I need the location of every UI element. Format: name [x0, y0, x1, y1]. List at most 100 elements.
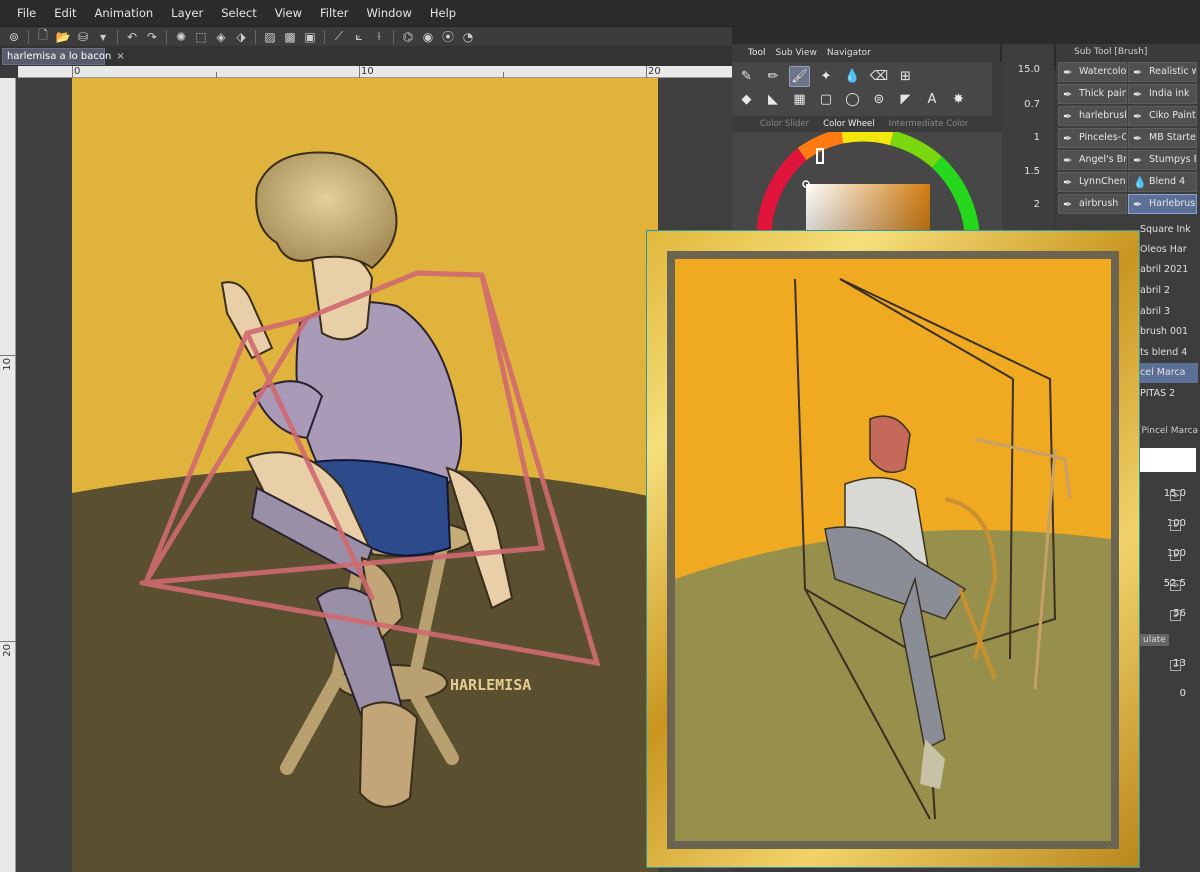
- dynamics-icon[interactable]: ⌀: [1170, 490, 1181, 501]
- calculate-button[interactable]: ulate: [1140, 634, 1169, 646]
- brush-item[interactable]: ✒ MB Starter: [1128, 128, 1197, 148]
- redo-icon[interactable]: ↷: [144, 29, 160, 45]
- tool-property-panel: [Pincel Marca 15.0 ⌀ 100 ⌀ 100 ⌀ 52.5 ⌀ …: [1136, 402, 1200, 872]
- brush-size-value[interactable]: 1.5: [1024, 166, 1040, 177]
- brush-item[interactable]: ✒harlebrushe: [1058, 106, 1127, 126]
- artwork-canvas[interactable]: HARLEMISA: [72, 78, 658, 872]
- brush-item[interactable]: ✒Angel's Bru: [1058, 150, 1127, 170]
- dynamics-icon[interactable]: ⌀: [1170, 520, 1181, 531]
- brush-size-value[interactable]: 15.0: [1018, 64, 1040, 75]
- artist-signature: HARLEMISA: [450, 676, 531, 694]
- tab-tool[interactable]: Tool: [748, 48, 765, 58]
- brush-item[interactable]: ✒Pinceles-Or: [1058, 128, 1127, 148]
- effect-tool-icon[interactable]: ✸: [948, 89, 969, 110]
- brush-icon: ✒: [1133, 88, 1143, 101]
- brush-item-selected[interactable]: ✒ Harlebrush: [1128, 194, 1197, 214]
- brush-item[interactable]: ✒ Thick paint: [1058, 84, 1127, 104]
- list-item-selected[interactable]: cel Marca: [1140, 363, 1198, 383]
- blend-tool-icon[interactable]: 💧: [842, 66, 863, 87]
- ruler-h-label: 0: [74, 66, 81, 77]
- open-folder-icon[interactable]: 📂: [55, 29, 71, 45]
- line-tool-icon[interactable]: ◤: [895, 89, 916, 110]
- brush-item[interactable]: 💧 Blend 4: [1128, 172, 1197, 192]
- brush-size-value[interactable]: 0.7: [1024, 99, 1040, 110]
- brush-item[interactable]: ✒ Ciko Paints: [1128, 106, 1197, 126]
- ellipse-tool-icon[interactable]: ◯: [842, 89, 863, 110]
- invert-selection-icon[interactable]: ▩: [282, 29, 298, 45]
- app-logo-icon[interactable]: ⊚: [6, 29, 22, 45]
- list-item[interactable]: abril 2021: [1140, 260, 1198, 280]
- chevron-down-icon[interactable]: ▾: [95, 29, 111, 45]
- brush-item[interactable]: ✒Realistic wa: [1128, 62, 1197, 82]
- fill-tool-icon[interactable]: ◆: [736, 89, 757, 110]
- clear-icon[interactable]: ⬚: [193, 29, 209, 45]
- fill-icon[interactable]: ◈: [213, 29, 229, 45]
- dynamics-icon[interactable]: ⌀: [1170, 660, 1181, 671]
- color-picker-icon[interactable]: ◔: [460, 29, 476, 45]
- balloon-tool-icon[interactable]: ⊜: [869, 89, 890, 110]
- menu-edit[interactable]: Edit: [45, 6, 85, 20]
- new-file-icon[interactable]: 🗋: [35, 28, 51, 45]
- ruler-snap-icon[interactable]: ⟋: [331, 29, 347, 45]
- close-icon[interactable]: ×: [116, 51, 124, 62]
- brush-size-value[interactable]: 1: [1034, 132, 1040, 143]
- brush-item[interactable]: ✒Stumpys Bri: [1128, 150, 1197, 170]
- brush-item[interactable]: ✒ airbrush: [1058, 194, 1127, 214]
- vertical-ruler: 10 20: [0, 78, 16, 872]
- dot-tool-icon[interactable]: ✦: [816, 66, 837, 87]
- menu-animation[interactable]: Animation: [86, 6, 163, 20]
- text-tool-icon[interactable]: A: [922, 89, 943, 110]
- brush-item[interactable]: ✒ Watercolor: [1058, 62, 1127, 82]
- list-item[interactable]: Square Ink: [1140, 220, 1198, 240]
- reference-icon[interactable]: ⌬: [400, 29, 416, 45]
- transform-icon[interactable]: ⬗: [233, 29, 249, 45]
- grid-snap-icon[interactable]: ⟊: [371, 29, 387, 45]
- menu-file[interactable]: File: [8, 6, 45, 20]
- menu-help[interactable]: Help: [421, 6, 465, 20]
- property-value[interactable]: 0: [1136, 688, 1186, 699]
- tab-sub-view[interactable]: Sub View: [775, 48, 816, 58]
- dynamics-icon[interactable]: ⌀: [1170, 550, 1181, 561]
- tool-panel-scrollbar[interactable]: [992, 62, 1002, 116]
- loading-icon[interactable]: ✺: [173, 29, 189, 45]
- tab-color-slider[interactable]: Color Slider: [760, 119, 809, 129]
- menu-filter[interactable]: Filter: [311, 6, 357, 20]
- tab-navigator[interactable]: Navigator: [827, 48, 871, 58]
- fill-layer-icon[interactable]: ◉: [420, 29, 436, 45]
- list-item[interactable]: PITAS 2: [1140, 384, 1198, 404]
- vector-tool-icon[interactable]: ◣: [763, 89, 784, 110]
- menu-layer[interactable]: Layer: [162, 6, 212, 20]
- deselect-icon[interactable]: ▨: [262, 29, 278, 45]
- tab-intermediate-color[interactable]: Intermediate Color: [889, 119, 969, 129]
- list-item[interactable]: brush 001: [1140, 322, 1198, 342]
- document-tab-bar: harlemisa a lo bacon ×: [0, 46, 732, 66]
- figure-tool-icon[interactable]: ▢: [816, 89, 837, 110]
- list-item[interactable]: Oleos Har: [1140, 240, 1198, 260]
- pencil-tool-icon[interactable]: ✏: [763, 66, 784, 87]
- frame-tool-icon[interactable]: ⊞: [895, 66, 916, 87]
- menu-window[interactable]: Window: [358, 6, 421, 20]
- gradient-tool-icon[interactable]: ▦: [789, 89, 810, 110]
- selection-layer-icon[interactable]: ▣: [302, 29, 318, 45]
- menu-view[interactable]: View: [266, 6, 311, 20]
- horizontal-ruler: 0 10 20: [18, 66, 732, 78]
- special-ruler-icon[interactable]: ⟀: [351, 29, 367, 45]
- tab-color-wheel[interactable]: Color Wheel: [823, 119, 875, 129]
- save-icon[interactable]: ⛁: [75, 29, 91, 45]
- dynamics-icon[interactable]: ⌀: [1170, 610, 1181, 621]
- undo-icon[interactable]: ↶: [124, 29, 140, 45]
- dynamics-icon[interactable]: ⌀: [1170, 580, 1181, 591]
- color-fill-icon[interactable]: ⦿: [440, 29, 456, 45]
- brush-item[interactable]: ✒LynnChen E: [1058, 172, 1127, 192]
- list-item[interactable]: abril 3: [1140, 302, 1198, 322]
- saturation-value-square[interactable]: [806, 184, 930, 232]
- list-item[interactable]: abril 2: [1140, 281, 1198, 301]
- pen-tool-icon[interactable]: ✎: [736, 66, 757, 87]
- brush-tool-icon[interactable]: 🖌: [789, 66, 810, 87]
- menu-select[interactable]: Select: [212, 6, 265, 20]
- list-item[interactable]: ts blend 4: [1140, 343, 1198, 363]
- document-tab[interactable]: harlemisa a lo bacon ×: [2, 48, 125, 65]
- eraser-tool-icon[interactable]: ⌫: [869, 66, 890, 87]
- brush-size-value[interactable]: 2: [1034, 199, 1040, 210]
- brush-item[interactable]: ✒ India ink: [1128, 84, 1197, 104]
